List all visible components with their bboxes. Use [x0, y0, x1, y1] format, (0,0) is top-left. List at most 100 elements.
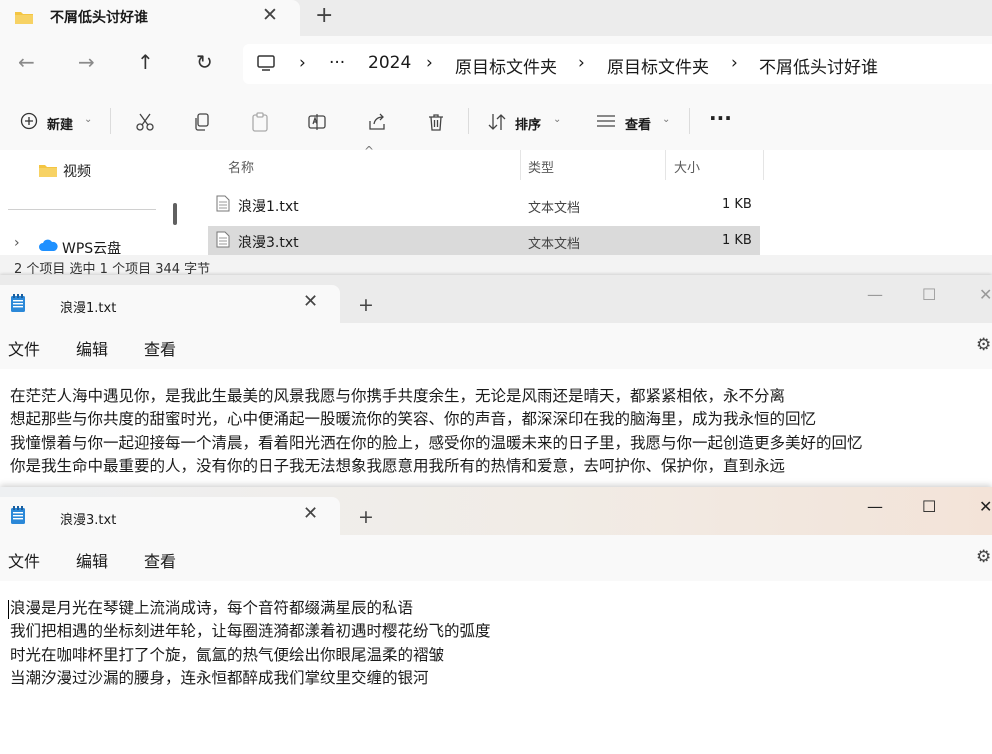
settings-gear-icon[interactable]: ⚙ [976, 547, 991, 567]
new-tab-button[interactable]: + [358, 506, 374, 528]
sort-button-label[interactable]: 排序 [515, 114, 541, 133]
nav-divider [8, 209, 156, 210]
toolbar-divider [689, 108, 690, 134]
address-row: ← → ↑ ↻ › ··· 2024 › 原目标文件夹 › 原目标文件夹 › 不… [0, 36, 992, 92]
view-button-label[interactable]: 查看 [625, 114, 651, 133]
nav-scrollbar[interactable] [173, 203, 177, 225]
menu-edit[interactable]: 编辑 [76, 548, 108, 572]
text-line: 浪漫是月光在琴键上流淌成诗，每个音符都缀满星辰的私语 [10, 599, 414, 617]
text-file-icon [216, 231, 230, 248]
column-header-name[interactable]: 名称 [228, 157, 254, 176]
file-row-selected[interactable]: 浪漫3.txt 文本文档 1 KB [208, 226, 760, 255]
explorer-tab[interactable]: 不屑低头讨好谁 ✕ [0, 0, 300, 36]
notepad-text-area[interactable]: 浪漫是月光在琴键上流淌成诗，每个音符都缀满星辰的私语 我们把相遇的坐标刻进年轮，… [10, 597, 491, 690]
back-arrow-icon[interactable]: ← [18, 50, 35, 74]
notepad-tab[interactable]: 浪漫1.txt ✕ [0, 285, 340, 323]
navigation-pane: 视频 › WPS云盘 [0, 150, 185, 258]
notepad-icon [10, 293, 26, 313]
explorer-tab-title: 不屑低头讨好谁 [50, 10, 148, 26]
address-bar[interactable]: › ··· 2024 › 原目标文件夹 › 原目标文件夹 › 不屑低头讨好谁 [243, 44, 992, 84]
view-lines-icon[interactable] [596, 113, 616, 129]
toolbar-divider [468, 108, 469, 134]
chevron-down-icon: ⌄ [662, 114, 671, 125]
minimize-icon[interactable]: — [867, 285, 883, 304]
file-size: 1 KB [722, 197, 752, 212]
text-line: 我们把相遇的坐标刻进年轮，让每圈涟漪都漾着初遇时樱花纷飞的弧度 [10, 622, 491, 641]
computer-icon [256, 53, 276, 73]
delete-icon[interactable] [426, 112, 446, 132]
refresh-icon[interactable]: ↻ [196, 50, 213, 74]
menu-edit[interactable]: 编辑 [76, 336, 108, 360]
text-line: 在茫茫人海中遇见你，是我此生最美的风景我愿与你携手共度余生，无论是风雨还是晴天，… [10, 387, 786, 405]
breadcrumb-item-current[interactable]: 不屑低头讨好谁 [759, 53, 878, 78]
breadcrumb-item-2024[interactable]: 2024 [368, 53, 411, 73]
file-type: 文本文档 [528, 237, 581, 252]
notepad-titlebar: 浪漫3.txt ✕ + — ☐ ✕ [0, 487, 992, 535]
breadcrumb-item-source-folder[interactable]: 原目标文件夹 [455, 53, 557, 78]
breadcrumb-item-source-folder-2[interactable]: 原目标文件夹 [607, 53, 709, 78]
file-name: 浪漫3.txt [238, 235, 299, 251]
column-separator [665, 150, 666, 180]
menu-view[interactable]: 查看 [144, 548, 176, 572]
menu-view[interactable]: 查看 [144, 336, 176, 360]
file-size: 1 KB [722, 233, 752, 248]
notepad-tab-title: 浪漫1.txt [60, 301, 117, 316]
toolbar-divider [110, 108, 111, 134]
new-plus-icon[interactable] [20, 112, 38, 130]
new-tab-button[interactable]: + [315, 3, 333, 28]
notepad-tab[interactable]: 浪漫3.txt ✕ [0, 497, 340, 535]
maximize-icon[interactable]: ☐ [922, 285, 936, 304]
text-line: 想起那些与你共度的甜蜜时光，心中便涌起一股暖流你的笑容、你的声音，都深深印在我的… [10, 410, 817, 429]
chevron-right-icon[interactable]: › [14, 235, 20, 251]
close-tab-icon[interactable]: ✕ [303, 291, 318, 312]
close-tab-icon[interactable]: ✕ [262, 4, 278, 26]
file-explorer-window: 不屑低头讨好谁 ✕ + ← → ↑ ↻ › ··· 2024 › 原目标文件夹 … [0, 0, 992, 275]
file-row[interactable]: 浪漫1.txt 文本文档 1 KB [208, 190, 760, 219]
rename-icon[interactable] [307, 112, 327, 132]
maximize-icon[interactable]: ☐ [922, 497, 936, 516]
menu-file[interactable]: 文件 [8, 336, 40, 360]
chevron-down-icon: ⌄ [84, 114, 93, 125]
close-window-icon[interactable]: ✕ [979, 285, 992, 304]
notepad-text-area[interactable]: 在茫茫人海中遇见你，是我此生最美的风景我愿与你携手共度余生，无论是风雨还是晴天，… [10, 385, 863, 478]
new-tab-button[interactable]: + [358, 294, 374, 316]
column-header-type[interactable]: 类型 [528, 157, 554, 176]
file-name: 浪漫1.txt [238, 199, 299, 215]
breadcrumb-separator: › [426, 53, 433, 73]
cut-icon[interactable] [135, 112, 155, 132]
chevron-down-icon: ⌄ [553, 114, 562, 125]
cloud-icon [38, 238, 58, 252]
status-bar-text: 2 个项目 选中 1 个项目 344 字节 [14, 262, 211, 275]
menu-file[interactable]: 文件 [8, 548, 40, 572]
notepad-tab-title: 浪漫3.txt [60, 513, 117, 528]
column-separator [763, 150, 764, 180]
minimize-icon[interactable]: — [867, 497, 883, 516]
nav-item-videos[interactable]: 视频 [63, 161, 91, 181]
explorer-tab-bar: 不屑低头讨好谁 ✕ + [0, 0, 992, 36]
column-header-size[interactable]: 大小 [674, 157, 700, 176]
column-separator [520, 150, 521, 180]
close-tab-icon[interactable]: ✕ [303, 503, 318, 524]
notepad-window-1: 浪漫1.txt ✕ + — ☐ ✕ 文件 编辑 查看 ⚙ 在茫茫人海中遇见你，是… [0, 275, 992, 487]
more-options-button[interactable]: ··· [709, 106, 732, 130]
share-icon[interactable] [367, 112, 387, 132]
notepad-window-2: 浪漫3.txt ✕ + — ☐ ✕ 文件 编辑 查看 ⚙ 浪漫是月光在琴键上流淌… [0, 487, 992, 754]
nav-item-wps-cloud[interactable]: WPS云盘 [62, 238, 121, 258]
breadcrumb-separator: › [731, 53, 738, 73]
settings-gear-icon[interactable]: ⚙ [976, 335, 991, 355]
new-button-label[interactable]: 新建 [47, 114, 73, 133]
paste-icon[interactable] [250, 112, 270, 132]
file-type: 文本文档 [528, 201, 581, 216]
notepad-icon [10, 505, 26, 525]
breadcrumb-more[interactable]: ··· [329, 53, 345, 73]
text-cursor [8, 600, 9, 619]
forward-arrow-icon[interactable]: → [78, 50, 95, 74]
folder-icon [14, 9, 34, 25]
copy-icon[interactable] [192, 112, 212, 132]
up-arrow-icon[interactable]: ↑ [137, 50, 154, 74]
sort-up-icon: ^ [364, 144, 375, 158]
text-line: 我憧憬着与你一起迎接每一个清晨，看着阳光洒在你的脸上，感受你的温暖未来的日子里，… [10, 433, 863, 452]
close-window-icon[interactable]: ✕ [979, 497, 992, 516]
sort-icon[interactable] [487, 112, 507, 132]
text-line: 时光在咖啡杯里打了个旋，氤氲的热气便绘出你眼尾温柔的褶皱 [10, 645, 445, 664]
